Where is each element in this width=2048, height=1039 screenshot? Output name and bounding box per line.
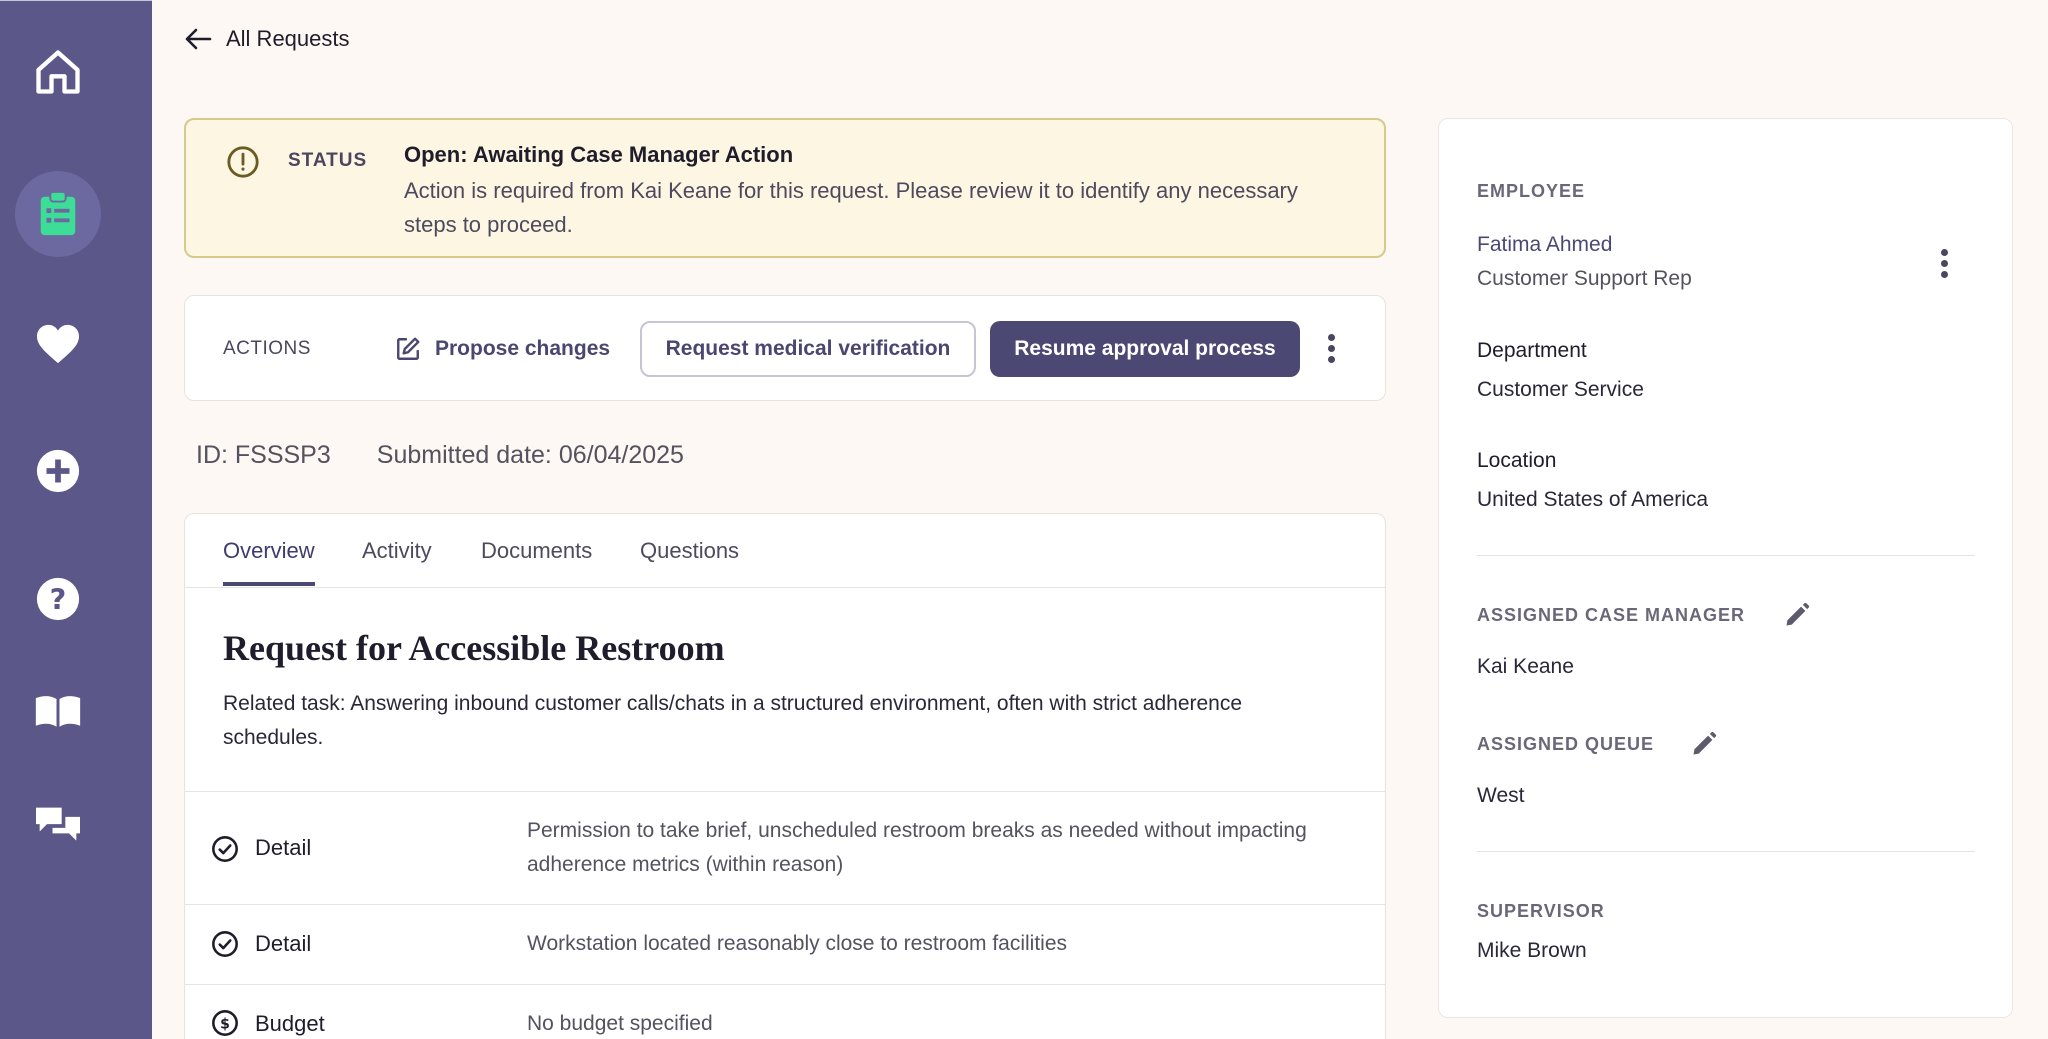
kebab-dot bbox=[1328, 334, 1335, 341]
svg-text:$: $ bbox=[220, 1016, 230, 1032]
row-label: Budget bbox=[255, 1011, 325, 1036]
more-actions-menu[interactable] bbox=[1324, 330, 1339, 367]
status-message: Action is required from Kai Keane for th… bbox=[404, 178, 1298, 237]
status-label: STATUS bbox=[288, 150, 368, 171]
tab-questions[interactable]: Questions bbox=[640, 538, 739, 582]
help-icon: ? bbox=[36, 577, 80, 621]
sidebar-nav: ? bbox=[0, 0, 152, 1039]
employee-name-link[interactable]: Fatima Ahmed bbox=[1477, 233, 1612, 257]
edit-queue-icon[interactable] bbox=[1690, 730, 1718, 758]
actions-label: ACTIONS bbox=[223, 338, 311, 359]
plus-circle-icon bbox=[36, 449, 80, 493]
back-link-label: All Requests bbox=[226, 26, 350, 51]
employee-menu[interactable] bbox=[1937, 245, 1952, 282]
heart-icon bbox=[37, 324, 79, 364]
nav-home[interactable] bbox=[15, 29, 101, 115]
dollar-circle-icon: $ bbox=[212, 1010, 238, 1036]
back-link[interactable]: All Requests bbox=[184, 26, 350, 52]
propose-changes-button[interactable]: Propose changes bbox=[395, 326, 610, 372]
propose-changes-label: Propose changes bbox=[435, 337, 611, 360]
department-value: Customer Service bbox=[1477, 378, 1644, 401]
kebab-dot bbox=[1328, 345, 1335, 352]
status-title: Open: Awaiting Case Manager Action bbox=[404, 142, 794, 167]
employee-panel: EMPLOYEE Fatima Ahmed Customer Support R… bbox=[1438, 118, 2013, 1018]
row-label: Detail bbox=[255, 931, 312, 956]
actions-bar: ACTIONS Propose changes Request medical … bbox=[184, 295, 1386, 401]
row-value: Permission to take brief, unscheduled re… bbox=[527, 819, 1307, 876]
related-task: Related task: Answering inbound customer… bbox=[223, 692, 1243, 749]
submitted-date: Submitted date: 06/04/2025 bbox=[376, 441, 684, 469]
nav-messages[interactable] bbox=[15, 783, 101, 869]
kebab-dot bbox=[1941, 249, 1948, 256]
tab-activity[interactable]: Activity bbox=[362, 538, 432, 582]
request-id: ID: FSSSP3 bbox=[196, 441, 331, 469]
queue-label: ASSIGNED QUEUE bbox=[1477, 734, 1655, 754]
nav-library[interactable] bbox=[15, 668, 101, 754]
status-banner: STATUS Open: Awaiting Case Manager Actio… bbox=[184, 118, 1386, 258]
location-value: United States of America bbox=[1477, 488, 1709, 511]
request-title: Request for Accessible Restroom bbox=[223, 628, 725, 668]
nav-help[interactable]: ? bbox=[15, 556, 101, 642]
divider bbox=[1477, 555, 1975, 556]
budget-row: $ Budget No budget specified bbox=[185, 984, 1385, 1039]
check-circle-icon bbox=[212, 931, 238, 957]
alert-circle-icon bbox=[227, 146, 259, 178]
clipboard-icon bbox=[40, 191, 76, 236]
case-manager-label: ASSIGNED CASE MANAGER bbox=[1477, 605, 1746, 625]
tab-documents[interactable]: Documents bbox=[481, 538, 592, 582]
row-value: Workstation located reasonably close to … bbox=[527, 932, 1068, 955]
supervisor-name: Mike Brown bbox=[1477, 939, 1587, 962]
employee-section-label: EMPLOYEE bbox=[1477, 181, 1586, 201]
employee-role: Customer Support Rep bbox=[1477, 267, 1692, 290]
edit-square-icon bbox=[397, 337, 420, 360]
detail-row: Detail Permission to take brief, unsched… bbox=[185, 791, 1385, 904]
arrow-left-icon bbox=[185, 28, 212, 50]
location-label: Location bbox=[1477, 449, 1557, 472]
supervisor-label: SUPERVISOR bbox=[1477, 901, 1605, 921]
resume-approval-button[interactable]: Resume approval process bbox=[990, 321, 1300, 377]
divider bbox=[1477, 851, 1975, 852]
department-label: Department bbox=[1477, 339, 1587, 362]
chat-icon bbox=[36, 807, 80, 841]
book-icon bbox=[35, 696, 81, 727]
kebab-dot bbox=[1941, 271, 1948, 278]
tab-bar: Overview Activity Documents Questions bbox=[185, 514, 1385, 588]
request-detail-card: Overview Activity Documents Questions Re… bbox=[184, 513, 1386, 1039]
queue-name: West bbox=[1477, 784, 1525, 807]
case-manager-name: Kai Keane bbox=[1477, 655, 1574, 678]
tab-overview[interactable]: Overview bbox=[223, 538, 315, 586]
kebab-dot bbox=[1328, 356, 1335, 363]
svg-text:?: ? bbox=[50, 583, 67, 617]
nav-requests[interactable] bbox=[15, 171, 101, 257]
kebab-dot bbox=[1941, 260, 1948, 267]
nav-wellbeing[interactable] bbox=[15, 301, 101, 387]
request-meta: ID: FSSSP3 Submitted date: 06/04/2025 bbox=[196, 441, 684, 470]
check-circle-icon bbox=[212, 836, 238, 862]
home-icon bbox=[36, 50, 80, 94]
edit-case-manager-icon[interactable] bbox=[1783, 601, 1811, 629]
detail-row: Detail Workstation located reasonably cl… bbox=[185, 904, 1385, 984]
row-label: Detail bbox=[255, 835, 312, 860]
request-medical-verification-button[interactable]: Request medical verification bbox=[640, 321, 976, 377]
row-value: No budget specified bbox=[527, 1012, 713, 1035]
nav-new-request[interactable] bbox=[15, 428, 101, 514]
